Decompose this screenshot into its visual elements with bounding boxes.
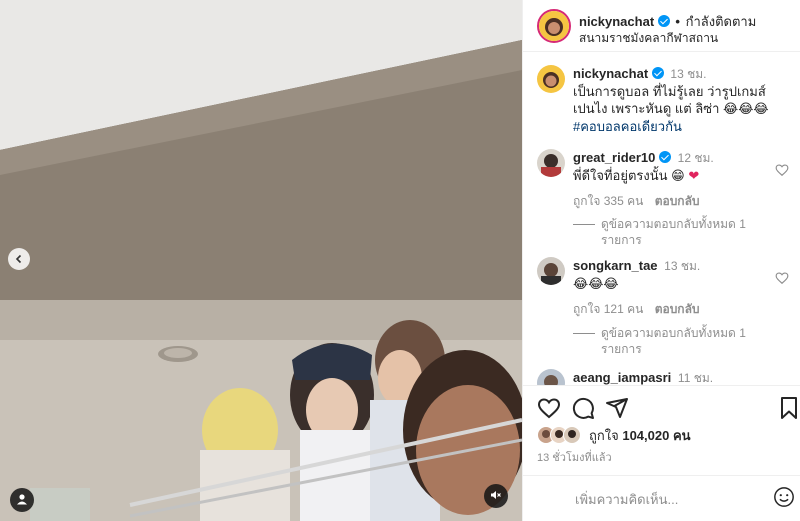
share-icon[interactable] <box>605 396 629 420</box>
verified-icon <box>657 15 670 27</box>
divider-line <box>573 333 595 334</box>
verified-icon <box>651 67 664 79</box>
comments-list[interactable]: nickynachat 13 ชม. เป็นการดูบอล ที่ไม่รู… <box>523 53 800 385</box>
following-button[interactable]: กำลังติดตาม <box>686 14 757 29</box>
author-username[interactable]: nickynachat <box>579 14 654 29</box>
commenter-avatar[interactable] <box>537 149 565 177</box>
author-avatar[interactable] <box>537 9 571 43</box>
view-replies-button[interactable]: ดูข้อความตอบกลับทั้งหมด 1 รายการ <box>573 216 781 248</box>
emoji-icon[interactable] <box>773 486 795 508</box>
like-comment-heart-icon[interactable] <box>775 271 789 285</box>
comment-text: พี่ดีใจที่อยู่ตรงนั้น <box>573 168 668 183</box>
comment-meta: ถูกใจ 335 คน ตอบกลับ <box>573 193 783 210</box>
view-replies-button[interactable]: ดูข้อความตอบกลับทั้งหมด 1 รายการ <box>573 325 781 357</box>
commenter-avatar[interactable] <box>537 369 565 385</box>
comment-meta: ถูกใจ 121 คน ตอบกลับ <box>573 301 783 318</box>
comment-time[interactable]: 11 ชม. <box>678 371 713 385</box>
caption-body: nickynachat 13 ชม. เป็นการดูบอล ที่ไม่รู… <box>573 65 783 135</box>
divider-line <box>573 224 595 225</box>
caption-time[interactable]: 13 ชม. <box>670 67 706 81</box>
view-replies-label: ดูข้อความตอบกลับทั้งหมด 1 รายการ <box>601 326 746 356</box>
chevron-left-icon <box>14 252 24 267</box>
comment-body: songkarn_tae 13 ชม. 😂😂😂 ถูกใจ 121 คน ตอบ… <box>573 257 783 318</box>
liker-avatars <box>537 425 583 445</box>
comment-heart-emoji: ❤ <box>688 169 700 184</box>
mute-toggle-button[interactable] <box>484 484 508 508</box>
muted-speaker-icon <box>490 489 502 504</box>
comment-like-count[interactable]: ถูกใจ 121 คน <box>573 302 643 316</box>
caption-username[interactable]: nickynachat <box>573 66 648 81</box>
likes-suffix: คน <box>672 427 691 443</box>
view-replies-label: ดูข้อความตอบกลับทั้งหมด 1 รายการ <box>601 217 746 247</box>
post-video-frame <box>0 0 522 521</box>
post-location[interactable]: สนามราชมังคลากีฬาสถาน <box>579 29 718 48</box>
caption-author-avatar[interactable] <box>537 65 565 93</box>
comment-icon[interactable] <box>571 396 595 420</box>
verified-icon <box>659 151 672 163</box>
commenter-avatar[interactable] <box>537 257 565 285</box>
caption-emojis: 😂😂😂 <box>723 102 769 117</box>
reply-button[interactable]: ตอบกลับ <box>655 302 700 316</box>
heart-icon[interactable] <box>537 396 561 420</box>
post-media[interactable] <box>0 0 522 521</box>
comment-body: aeang_iampasri 11 ชม. <box>573 369 783 385</box>
post-actions: ถูกใจ 104,020 คน 13 ชั่วโมงที่แล้ว <box>523 385 800 475</box>
comment-username[interactable]: songkarn_tae <box>573 258 658 273</box>
likes-summary[interactable]: ถูกใจ 104,020 คน <box>537 424 691 446</box>
caption-hashtag[interactable]: #คอบอลคอเดียวกัน <box>573 119 682 134</box>
separator-dot: • <box>675 14 680 29</box>
likes-count: 104,020 <box>622 427 670 443</box>
post-details-panel: nickynachat • กำลังติดตาม สนามราชมังคลาก… <box>522 0 800 521</box>
comment-time[interactable]: 12 ชม. <box>678 151 714 165</box>
comment-body: great_rider10 12 ชม. พี่ดีใจที่อยู่ตรงนั… <box>573 149 783 210</box>
comment-emojis: 😁 <box>671 169 685 184</box>
tagged-users-button[interactable] <box>10 488 34 512</box>
posted-time[interactable]: 13 ชั่วโมงที่แล้ว <box>537 448 612 466</box>
likes-prefix: ถูกใจ <box>589 427 619 443</box>
comment-emojis: 😂😂😂 <box>573 277 619 292</box>
comment-like-count[interactable]: ถูกใจ 335 คน <box>573 194 643 208</box>
previous-slide-button[interactable] <box>8 248 30 270</box>
comment-username[interactable]: aeang_iampasri <box>573 370 671 385</box>
liker-avatar <box>563 426 581 444</box>
like-comment-heart-icon[interactable] <box>775 163 789 177</box>
comment-input[interactable] <box>575 488 755 510</box>
reply-button[interactable]: ตอบกลับ <box>655 194 700 208</box>
add-comment-bar <box>523 475 800 521</box>
post-header: nickynachat • กำลังติดตาม สนามราชมังคลาก… <box>523 0 800 52</box>
comment-time[interactable]: 13 ชม. <box>664 259 700 273</box>
comment-username[interactable]: great_rider10 <box>573 150 655 165</box>
bookmark-icon[interactable] <box>779 396 799 420</box>
tag-user-icon <box>16 493 28 508</box>
